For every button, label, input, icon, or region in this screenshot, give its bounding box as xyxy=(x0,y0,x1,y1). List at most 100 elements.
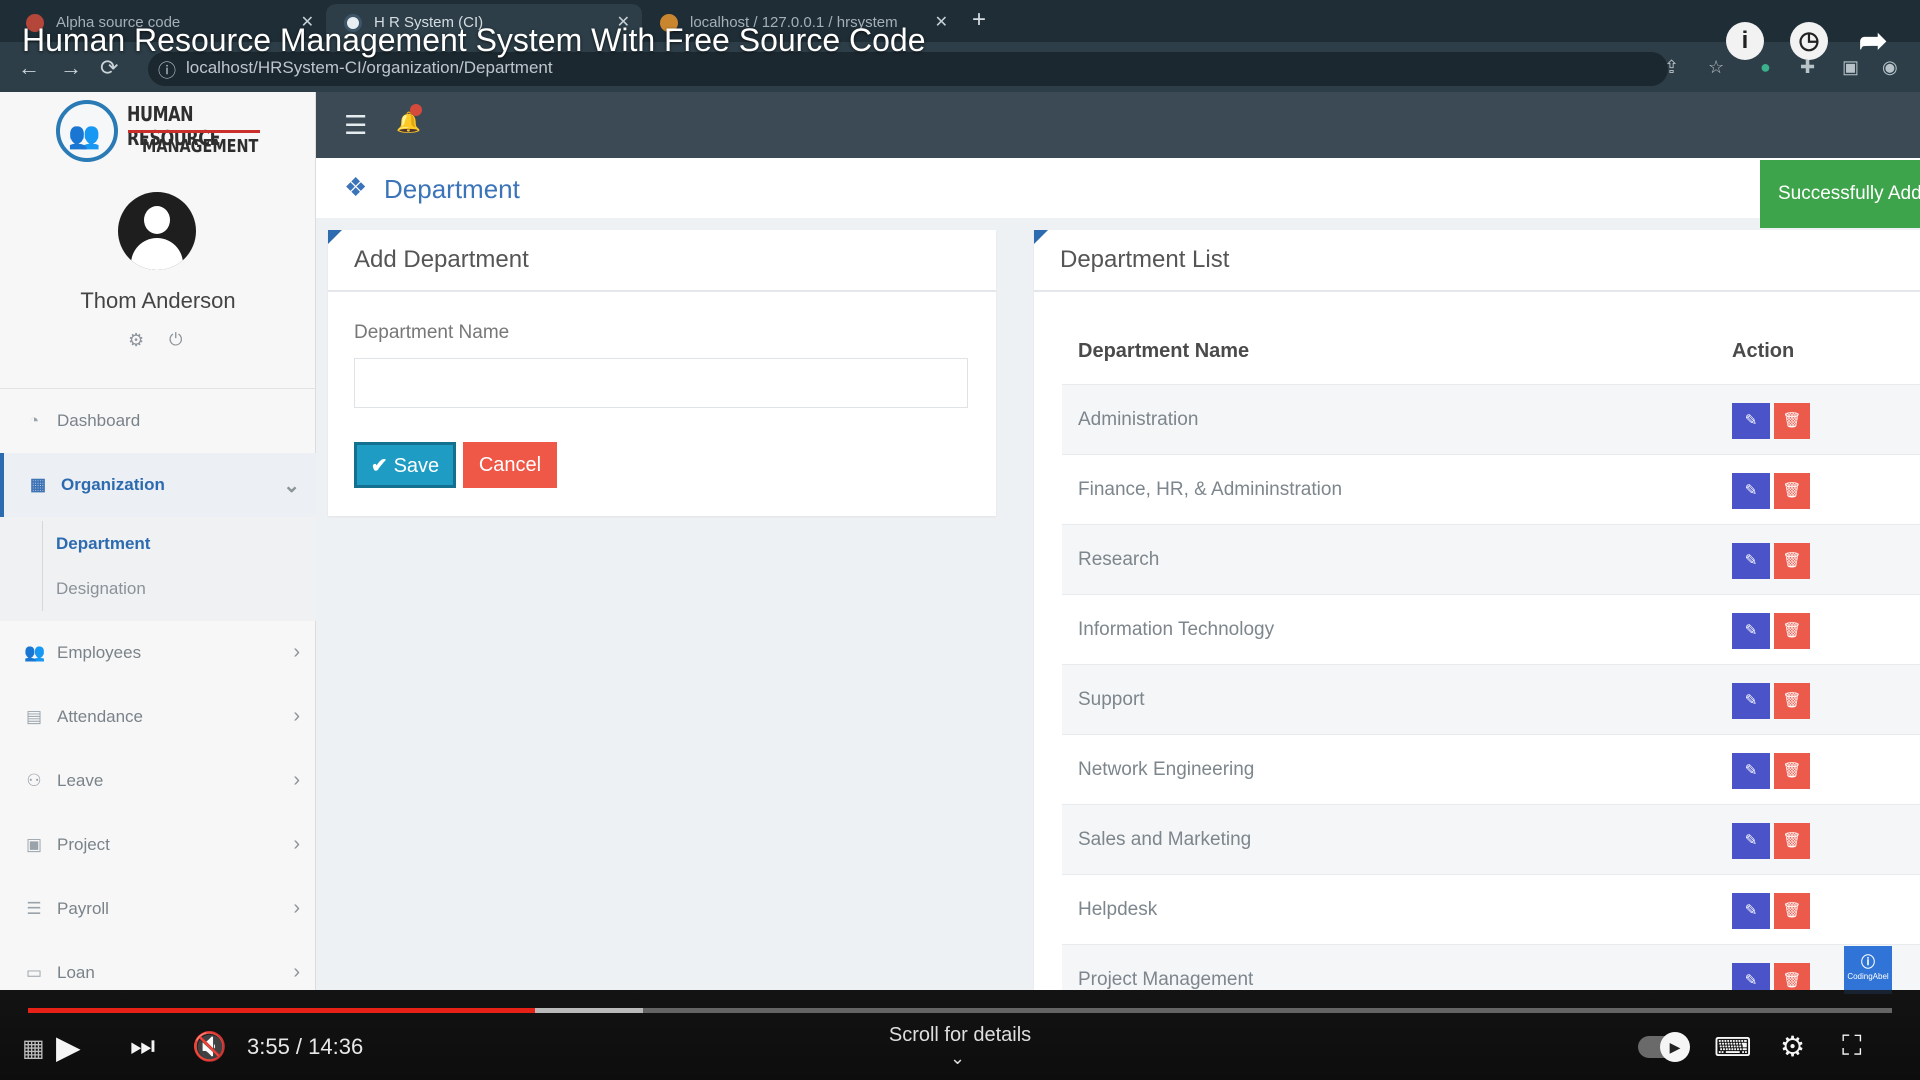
department-name-cell: Sales and Marketing xyxy=(1078,829,1252,850)
cancel-button[interactable]: Cancel xyxy=(463,442,557,488)
table-row: Helpdesk ✎ 🗑 xyxy=(1062,874,1920,944)
chevron-right-icon: › xyxy=(293,705,300,727)
chevron-down-icon[interactable]: ⌄ xyxy=(950,1048,965,1069)
department-name-cell: Administration xyxy=(1078,409,1199,430)
sidebar-subitem-designation[interactable]: Designation xyxy=(0,566,316,611)
extensions-puzzle-icon[interactable]: ✚ xyxy=(1800,57,1815,78)
sidebar-item-label: Payroll xyxy=(57,899,109,918)
share-arrow-icon[interactable]: ➦ xyxy=(1854,22,1892,60)
info-icon[interactable]: i xyxy=(1726,22,1764,60)
logo-line2: MANAGEMENT xyxy=(142,136,259,157)
trash-icon[interactable]: 🗑 xyxy=(1774,613,1810,649)
site-info-icon[interactable]: ⓘ xyxy=(158,57,176,83)
table-row: Network Engineering ✎ 🗑 xyxy=(1062,734,1920,804)
avatar[interactable] xyxy=(118,192,196,270)
close-tab-icon[interactable]: ✕ xyxy=(935,4,948,42)
bookmark-star-icon[interactable]: ☆ xyxy=(1708,57,1724,78)
edit-icon[interactable]: ✎ xyxy=(1732,963,1770,990)
panel-title: Add Department xyxy=(354,246,529,273)
department-table: Department Name Action Administration ✎ 🗑 F… xyxy=(1062,320,1920,990)
channel-watermark[interactable]: ⓘ CodingAbel xyxy=(1844,946,1892,994)
table-row: Project Management ✎ 🗑 xyxy=(1062,944,1920,990)
user-leave-icon: ⚇ xyxy=(26,771,42,790)
progress-played xyxy=(28,1008,535,1013)
settings-gear-icon[interactable]: ⚙ xyxy=(1780,1030,1805,1063)
department-name-cell: Helpdesk xyxy=(1078,899,1158,920)
exit-fullscreen-icon[interactable]: ⛶ xyxy=(1842,1030,1862,1063)
chevron-down-icon: ⌄ xyxy=(283,475,300,497)
edit-icon[interactable]: ✎ xyxy=(1732,543,1770,579)
sidebar-item-loan[interactable]: ▭ Loan › xyxy=(0,941,316,990)
users-icon: 👥 xyxy=(24,643,46,662)
column-header-department-name[interactable]: Department Name xyxy=(1078,340,1249,363)
panel-corner-marker xyxy=(328,230,342,244)
edit-icon[interactable]: ✎ xyxy=(1732,893,1770,929)
dashboard-icon: ◔ xyxy=(28,411,40,430)
table-row: Sales and Marketing ✎ 🗑 xyxy=(1062,804,1920,874)
trash-icon[interactable]: 🗑 xyxy=(1774,473,1810,509)
cubes-icon: ❖ xyxy=(344,172,368,202)
logo[interactable]: 👥 HUMAN RESOURCE MANAGEMENT xyxy=(0,92,316,162)
logout-power-icon[interactable]: ⏻ xyxy=(169,330,182,350)
briefcase-icon: ▣ xyxy=(25,835,43,854)
trash-icon[interactable]: 🗑 xyxy=(1774,543,1810,579)
settings-gear-icon[interactable]: ⚙ xyxy=(128,330,144,351)
edit-icon[interactable]: ✎ xyxy=(1732,473,1770,509)
avatar-head xyxy=(144,206,170,234)
organization-submenu: Department Designation xyxy=(0,517,316,621)
subtitles-icon[interactable]: ⌨ xyxy=(1714,1032,1752,1063)
edit-icon[interactable]: ✎ xyxy=(1732,823,1770,859)
save-button[interactable]: ✔ Save xyxy=(354,442,456,488)
sidebar-item-attendance[interactable]: ▤ Attendance › xyxy=(0,685,316,749)
department-name-cell: Research xyxy=(1078,549,1160,570)
edit-icon[interactable]: ✎ xyxy=(1732,613,1770,649)
panel-title: Department List xyxy=(1060,246,1230,273)
edit-icon[interactable]: ✎ xyxy=(1732,753,1770,789)
page-title: Department xyxy=(384,174,520,204)
sidebar-item-leave[interactable]: ⚇ Leave › xyxy=(0,749,316,813)
sidebar-menu: ◔ Dashboard ▦ Organization ⌄ Department … xyxy=(0,388,316,990)
sidebar-item-label: Project xyxy=(57,835,110,854)
sidebar: 👥 HUMAN RESOURCE MANAGEMENT Thom Anderso… xyxy=(0,92,316,990)
trash-icon[interactable]: 🗑 xyxy=(1774,823,1810,859)
department-name-cell: Support xyxy=(1078,689,1145,710)
profile-icon[interactable]: ◉ xyxy=(1882,57,1898,78)
address-url[interactable]: localhost/HRSystem-CI/organization/Depar… xyxy=(186,58,553,78)
hamburger-menu-icon[interactable]: ☰ xyxy=(344,110,367,141)
list-icon: ☰ xyxy=(26,899,42,918)
sidebar-item-payroll[interactable]: ☰ Payroll › xyxy=(0,877,316,941)
scroll-for-details[interactable]: Scroll for details xyxy=(0,1024,1920,1047)
edit-icon[interactable]: ✎ xyxy=(1732,683,1770,719)
share-icon[interactable]: ⇪ xyxy=(1664,57,1679,78)
building-icon: ▦ xyxy=(29,475,47,494)
department-name-label: Department Name xyxy=(354,322,510,343)
video-title[interactable]: Human Resource Management System With Fr… xyxy=(22,22,926,59)
chevron-right-icon: › xyxy=(293,641,300,663)
new-tab-icon[interactable]: + xyxy=(972,6,986,34)
trash-icon[interactable]: 🗑 xyxy=(1774,963,1810,990)
extension-shield-icon[interactable]: ● xyxy=(1760,57,1771,78)
table-row: Support ✎ 🗑 xyxy=(1062,664,1920,734)
department-name-input[interactable] xyxy=(354,358,968,408)
table-header: Department Name Action xyxy=(1062,320,1920,384)
sidebar-item-project[interactable]: ▣ Project › xyxy=(0,813,316,877)
side-panel-icon[interactable]: ▣ xyxy=(1842,57,1859,78)
trash-icon[interactable]: 🗑 xyxy=(1774,753,1810,789)
watch-later-clock-icon[interactable]: ◷ xyxy=(1790,22,1828,60)
add-department-panel: Add Department Department Name ✔ Save Can… xyxy=(328,230,996,516)
trash-icon[interactable]: 🗑 xyxy=(1774,403,1810,439)
trash-icon[interactable]: 🗑 xyxy=(1774,683,1810,719)
edit-icon[interactable]: ✎ xyxy=(1732,403,1770,439)
department-list-panel: Department List Department Name Action A… xyxy=(1034,230,1920,990)
trash-icon[interactable]: 🗑 xyxy=(1774,893,1810,929)
chevron-right-icon: › xyxy=(293,769,300,791)
top-navbar: ☰ 🔔 xyxy=(316,92,1920,158)
sidebar-item-employees[interactable]: 👥 Employees › xyxy=(0,621,316,685)
user-name: Thom Anderson xyxy=(80,288,236,313)
success-toast[interactable]: Successfully Added xyxy=(1760,160,1920,228)
sidebar-subitem-department[interactable]: Department xyxy=(0,521,316,566)
department-name-cell: Network Engineering xyxy=(1078,759,1255,780)
watermark-text: CodingAbel xyxy=(1847,972,1889,981)
sidebar-item-dashboard[interactable]: ◔ Dashboard xyxy=(0,389,316,453)
sidebar-item-organization[interactable]: ▦ Organization ⌄ xyxy=(0,453,316,517)
